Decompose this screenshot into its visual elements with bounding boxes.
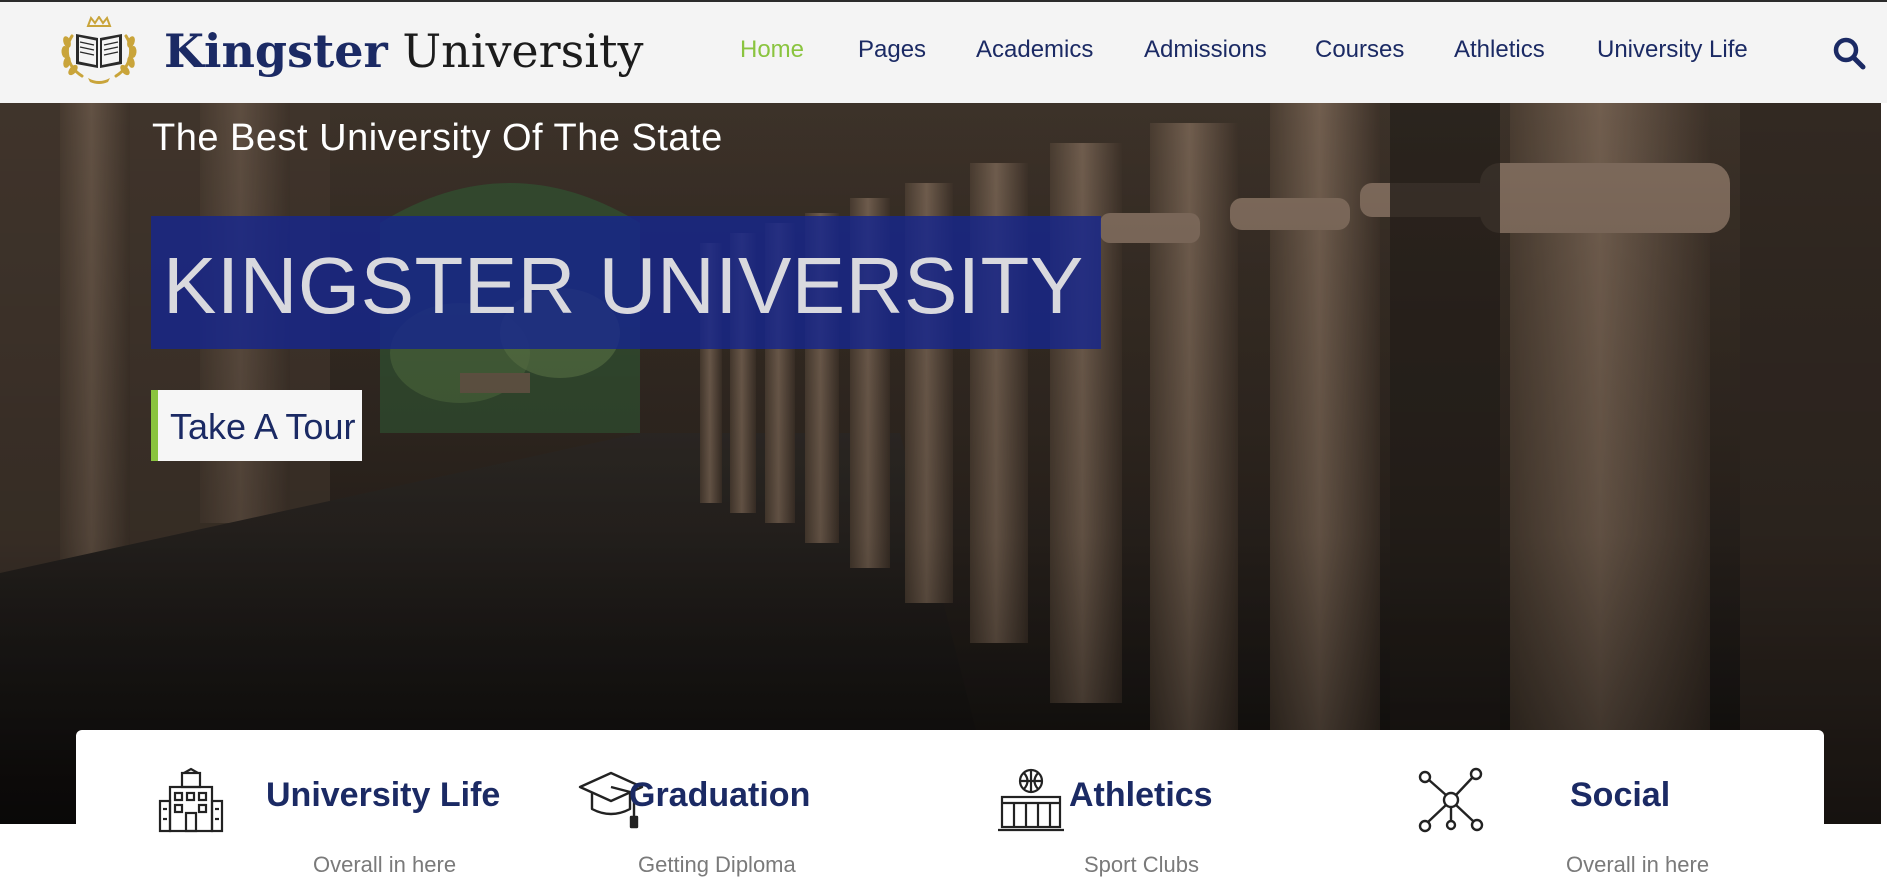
sports-arena-icon	[998, 767, 1064, 833]
nav-item-admissions[interactable]: Admissions	[1144, 36, 1267, 64]
feature-athletics[interactable]: Athletics Sport Clubs	[916, 730, 1336, 891]
campus-building-icon	[158, 767, 224, 833]
nav-item-athletics[interactable]: Athletics	[1454, 36, 1545, 64]
nav-item-academics[interactable]: Academics	[976, 36, 1093, 64]
nav-item-university-life[interactable]: University Life	[1597, 36, 1748, 64]
feature-university-life[interactable]: University Life Overall in here	[76, 730, 500, 891]
feature-desc: Overall in here	[313, 852, 457, 877]
feature-graduation[interactable]: Graduation Getting Diploma	[496, 730, 916, 891]
brand-name-light: University	[402, 24, 644, 78]
nav-item-courses[interactable]: Courses	[1315, 36, 1404, 64]
hero-right-gutter	[1881, 103, 1887, 824]
feature-desc: Overall in here	[1566, 852, 1710, 877]
feature-title: University Life	[266, 776, 501, 814]
feature-title: Graduation	[629, 776, 811, 814]
hero-subtitle: The Best University Of The State	[152, 117, 723, 159]
nav-item-pages[interactable]: Pages	[858, 36, 926, 64]
feature-desc: Sport Clubs	[1084, 852, 1199, 877]
feature-title: Athletics	[1069, 776, 1213, 814]
site-header: Kingster University Home Pages Academics…	[0, 0, 1887, 103]
nav-item-home[interactable]: Home	[740, 36, 804, 64]
search-icon[interactable]	[1832, 36, 1866, 70]
site-logo-text[interactable]: Kingster University	[164, 20, 643, 82]
hero-colonnade-image	[0, 103, 1881, 824]
network-icon	[1418, 767, 1484, 833]
feature-title: Social	[1570, 776, 1671, 814]
brand-name-bold: Kingster	[164, 24, 388, 78]
hero-title: KINGSTER UNIVERSITY	[163, 241, 1084, 330]
hero-banner: The Best University Of The State KINGSTE…	[0, 103, 1881, 824]
take-a-tour-button[interactable]: Take A Tour	[151, 390, 362, 461]
take-a-tour-label: Take A Tour	[170, 406, 356, 447]
hero-title-box: KINGSTER UNIVERSITY	[151, 216, 1101, 349]
book-laurel-crown-icon[interactable]	[58, 15, 140, 86]
feature-social[interactable]: Social Overall in here	[1336, 730, 1756, 891]
feature-card: University Life Overall in here Graduati…	[76, 730, 1824, 891]
feature-desc: Getting Diploma	[638, 852, 796, 877]
